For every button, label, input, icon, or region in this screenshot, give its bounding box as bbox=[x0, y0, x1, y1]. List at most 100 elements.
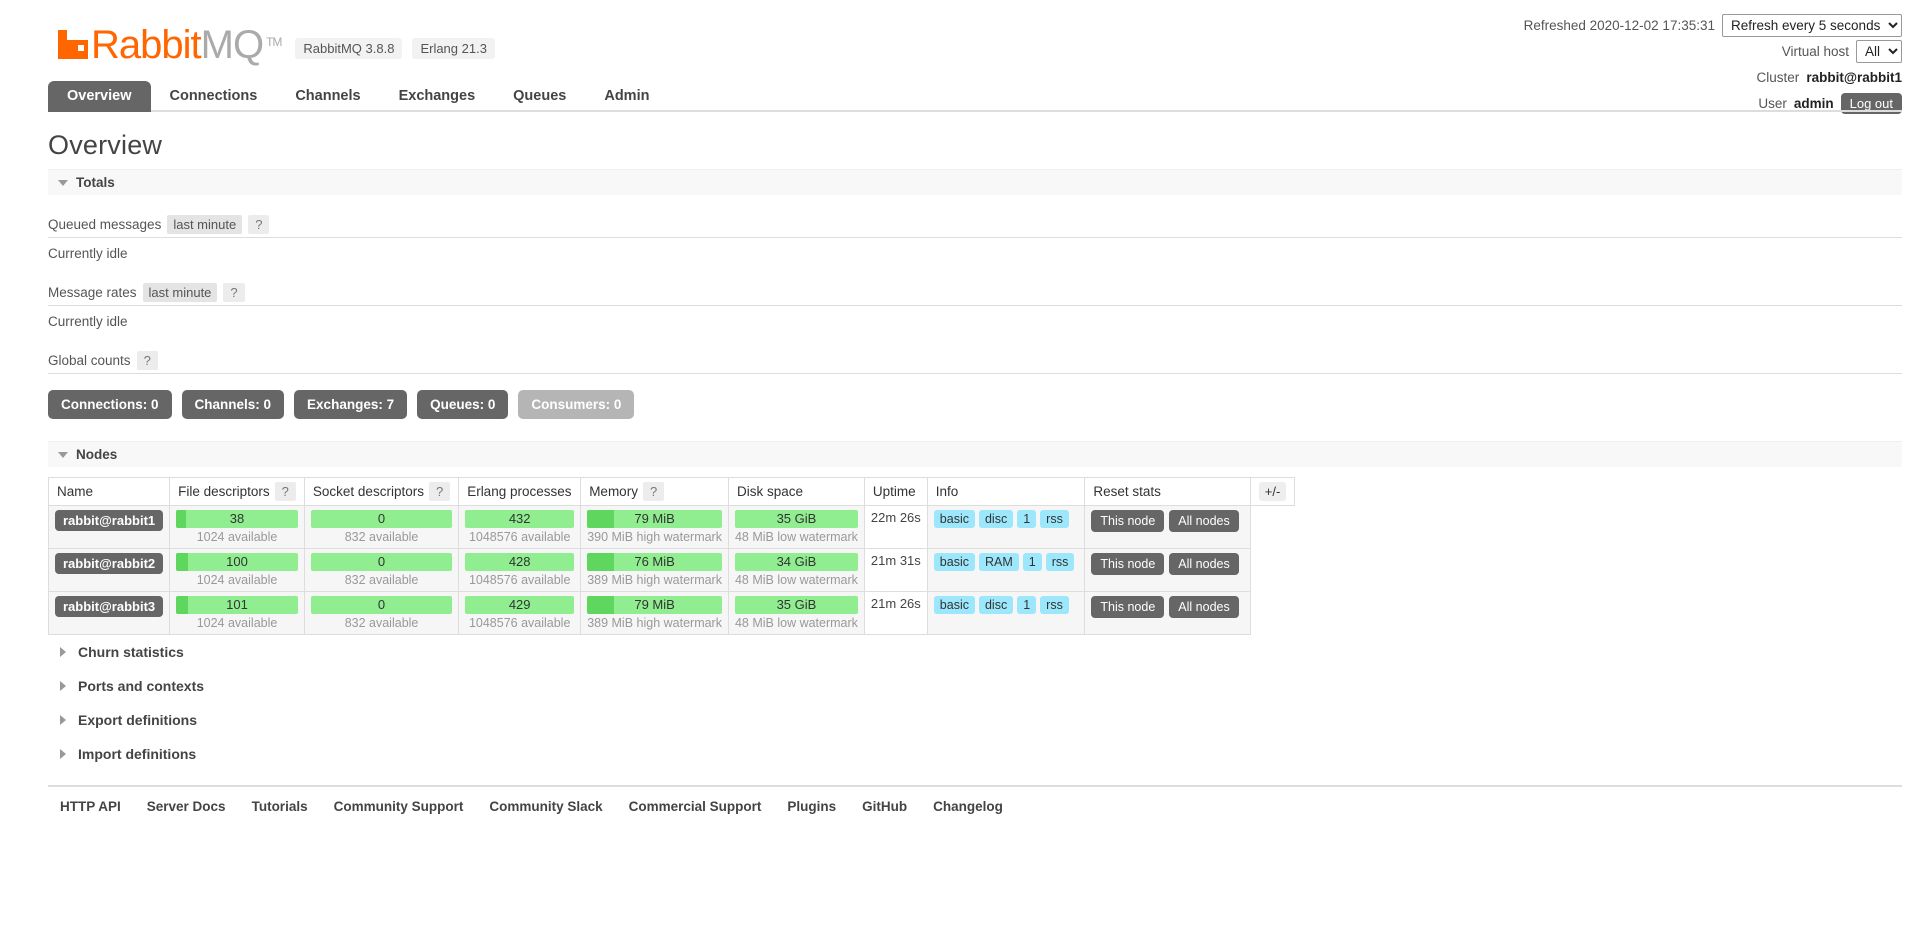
footer-link-changelog[interactable]: Changelog bbox=[933, 799, 1003, 814]
table-row: rabbit@rabbit2 100 1024 available 0 832 avai… bbox=[47, 548, 1295, 592]
col-header-file-descriptors[interactable]: File descriptors? bbox=[169, 477, 305, 506]
node-name-badge[interactable]: rabbit@rabbit1 bbox=[55, 510, 164, 531]
collapsed-section-import-definitions[interactable]: Import definitions bbox=[48, 737, 1902, 771]
fd-value: 38 bbox=[229, 511, 245, 526]
refresh-row: Refreshed 2020-12-02 17:35:31 Refresh ev… bbox=[1524, 13, 1902, 37]
cell-reset-stats: This node All nodes bbox=[1084, 505, 1251, 549]
col-header-disk-space[interactable]: Disk space bbox=[727, 477, 865, 506]
col-header-memory[interactable]: Memory? bbox=[580, 477, 729, 506]
info-tag-rss[interactable]: rss bbox=[1040, 596, 1069, 614]
cell-node-name: rabbit@rabbit1 bbox=[47, 505, 171, 549]
col-header-name[interactable]: Name bbox=[47, 477, 171, 506]
tab-overview[interactable]: Overview bbox=[48, 81, 151, 112]
count-value: 7 bbox=[386, 397, 395, 412]
collapsed-section-label: Import definitions bbox=[78, 746, 197, 762]
plus-minus-icon[interactable]: +/- bbox=[1258, 482, 1287, 501]
info-tag-rss[interactable]: rss bbox=[1045, 553, 1075, 571]
help-icon[interactable]: ? bbox=[428, 482, 451, 501]
tab-connections[interactable]: Connections bbox=[151, 81, 277, 112]
count-button-consumers[interactable]: Consumers: 0 bbox=[518, 390, 635, 419]
count-button-connections[interactable]: Connections: 0 bbox=[48, 390, 172, 419]
global-counts-help-icon[interactable]: ? bbox=[136, 351, 158, 370]
totals-section-header[interactable]: Totals bbox=[48, 169, 1902, 195]
footer-link-tutorials[interactable]: Tutorials bbox=[252, 799, 308, 814]
info-tag-1[interactable]: 1 bbox=[1022, 553, 1042, 571]
column-toggle-header[interactable]: +/- bbox=[1249, 477, 1296, 506]
tab-admin[interactable]: Admin bbox=[585, 81, 668, 112]
info-tag-rss[interactable]: rss bbox=[1040, 510, 1069, 528]
collapsed-section-ports-and-contexts[interactable]: Ports and contexts bbox=[48, 669, 1902, 703]
reset-stats-all-nodes-button[interactable]: All nodes bbox=[1169, 596, 1239, 618]
footer-link-plugins[interactable]: Plugins bbox=[787, 799, 836, 814]
reset-stats-this-node-button[interactable]: This node bbox=[1091, 510, 1165, 532]
caret-right-icon bbox=[60, 749, 66, 759]
nodes-section-header[interactable]: Nodes bbox=[48, 441, 1902, 467]
vhost-select[interactable]: All bbox=[1856, 39, 1902, 63]
tab-exchanges[interactable]: Exchanges bbox=[380, 81, 495, 112]
node-name-badge[interactable]: rabbit@rabbit3 bbox=[55, 596, 164, 617]
memory-meter: 79 MiB bbox=[587, 596, 722, 614]
col-header-reset-stats[interactable]: Reset stats bbox=[1084, 477, 1251, 506]
cell-info: basic disc 1 rss bbox=[926, 591, 1086, 635]
reset-stats-all-nodes-button[interactable]: All nodes bbox=[1169, 510, 1239, 532]
rabbitmq-logo[interactable]: Rabbit MQ TM bbox=[58, 22, 282, 67]
queued-messages-help-icon[interactable]: ? bbox=[248, 215, 270, 234]
info-tag-disc[interactable]: disc bbox=[978, 596, 1014, 614]
count-value: 0 bbox=[613, 397, 622, 412]
footer-link-community-support[interactable]: Community Support bbox=[334, 799, 464, 814]
message-rates-period-chip[interactable]: last minute bbox=[142, 283, 218, 302]
cell-uptime: 21m 31s bbox=[863, 548, 928, 592]
tab-queues[interactable]: Queues bbox=[494, 81, 585, 112]
footer-link-http-api[interactable]: HTTP API bbox=[60, 799, 121, 814]
col-header-info[interactable]: Info bbox=[926, 477, 1086, 506]
footer-link-community-slack[interactable]: Community Slack bbox=[489, 799, 602, 814]
disk-meter: 35 GiB bbox=[734, 596, 858, 614]
footer-link-server-docs[interactable]: Server Docs bbox=[147, 799, 226, 814]
info-tag-1[interactable]: 1 bbox=[1017, 510, 1037, 528]
info-tag-disc[interactable]: disc bbox=[978, 510, 1014, 528]
collapsed-section-label: Ports and contexts bbox=[78, 678, 205, 694]
col-header-erlang-processes[interactable]: Erlang processes bbox=[458, 477, 582, 506]
sockets-note: 832 available bbox=[344, 616, 419, 630]
col-header-uptime[interactable]: Uptime bbox=[863, 477, 928, 506]
count-button-exchanges[interactable]: Exchanges: 7 bbox=[294, 390, 408, 419]
info-tag-1[interactable]: 1 bbox=[1017, 596, 1037, 614]
info-tag-ram[interactable]: RAM bbox=[978, 553, 1019, 571]
message-rates-status: Currently idle bbox=[48, 314, 128, 329]
col-header-label: Name bbox=[57, 484, 94, 499]
refresh-interval-select[interactable]: Refresh every 5 seconds bbox=[1722, 13, 1902, 37]
node-name-badge[interactable]: rabbit@rabbit2 bbox=[55, 553, 164, 574]
tab-channels[interactable]: Channels bbox=[276, 81, 379, 112]
cell-uptime: 22m 26s bbox=[863, 505, 928, 549]
reset-stats-this-node-button[interactable]: This node bbox=[1091, 596, 1165, 618]
help-icon[interactable]: ? bbox=[642, 482, 665, 501]
footer-link-commercial-support[interactable]: Commercial Support bbox=[629, 799, 762, 814]
cell-fd: 38 1024 available bbox=[169, 505, 305, 549]
col-header-socket-descriptors[interactable]: Socket descriptors? bbox=[303, 477, 460, 506]
reset-stats-all-nodes-button[interactable]: All nodes bbox=[1169, 553, 1239, 575]
cell-memory: 79 MiB 390 MiB high watermark bbox=[580, 505, 729, 549]
info-tag-basic[interactable]: basic bbox=[933, 510, 975, 528]
fd-note: 1024 available bbox=[196, 573, 278, 587]
footer-link-github[interactable]: GitHub bbox=[862, 799, 907, 814]
count-button-channels[interactable]: Channels: 0 bbox=[181, 390, 285, 419]
count-button-queues[interactable]: Queues: 0 bbox=[417, 390, 509, 419]
nodes-table-head: Name File descriptors? Socket descriptors?… bbox=[47, 477, 1296, 506]
rabbit-logo-icon bbox=[58, 30, 88, 59]
nodes-header-row: Name File descriptors? Socket descriptors?… bbox=[47, 477, 1296, 506]
processes-note: 1048576 available bbox=[468, 616, 571, 630]
collapsed-section-export-definitions[interactable]: Export definitions bbox=[48, 703, 1902, 737]
reset-stats-this-node-button[interactable]: This node bbox=[1091, 553, 1165, 575]
help-icon[interactable]: ? bbox=[274, 482, 296, 501]
info-tag-basic[interactable]: basic bbox=[933, 553, 975, 571]
cell-fd: 101 1024 available bbox=[169, 591, 305, 635]
message-rates-help-icon[interactable]: ? bbox=[223, 283, 245, 302]
message-rates-label: Message rates bbox=[48, 285, 137, 300]
logo-trademark: TM bbox=[266, 35, 282, 49]
logo-text-rabbit: Rabbit bbox=[91, 22, 202, 67]
collapsed-section-churn-statistics[interactable]: Churn statistics bbox=[48, 635, 1902, 669]
info-tag-basic[interactable]: basic bbox=[933, 596, 975, 614]
queued-messages-period-chip[interactable]: last minute bbox=[167, 215, 243, 234]
disk-note: 48 MiB low watermark bbox=[734, 573, 858, 587]
brand-area: Rabbit MQ TM RabbitMQ 3.8.8 Erlang 21.3 bbox=[58, 22, 495, 67]
